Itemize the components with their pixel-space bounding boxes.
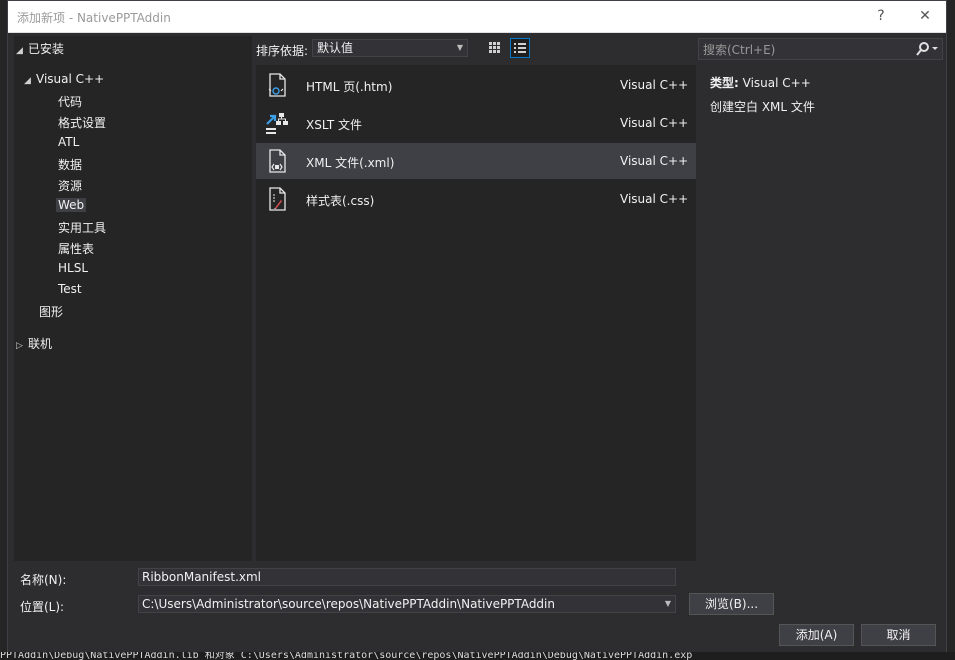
template-language: Visual C++ [620,154,689,168]
tree-node-utility[interactable]: 实用工具 [58,219,106,236]
tree-node-web[interactable]: Web [56,198,87,212]
tree-node-online[interactable]: ▷ 联机 [16,335,52,352]
location-label: 位置(L): [20,600,65,614]
tree-node-resource[interactable]: 资源 [58,177,82,194]
type-value: Visual C++ [742,76,811,90]
collapsed-arrow-icon: ▷ [16,341,23,351]
tree-node-test[interactable]: Test [58,282,82,296]
template-name: 样式表(.css) [306,194,375,208]
type-label: 类型: [710,76,739,90]
location-value: C:\Users\Administrator\source\repos\Nati… [142,597,555,611]
template-type: 类型: Visual C++ [710,74,811,91]
tree-node-label: Visual C++ [36,72,105,86]
template-name: XML 文件(.xml) [306,156,395,170]
template-language: Visual C++ [620,116,689,130]
sort-dropdown[interactable]: 默认值 ▼ [312,39,468,57]
name-value: RibbonManifest.xml [142,570,262,584]
help-button[interactable]: ? [868,6,894,26]
template-list: HTML 页(.htm) Visual C++ XSLT 文件 Visual C… [256,65,696,561]
tree-node-label: 联机 [28,337,53,351]
dropdown-caret-icon: ▼ [456,43,463,52]
ide-output-log: PPTAddin\Debug\NativePPTAddin.lib 和对象 C:… [0,652,955,660]
tree-node-installed[interactable]: ◢ 已安装 [16,40,64,57]
template-item-xslt[interactable]: XSLT 文件 Visual C++ [256,105,696,141]
browse-button[interactable]: 浏览(B)... [689,593,774,615]
template-item-xml[interactable]: XML 文件(.xml) Visual C++ [256,143,696,179]
name-label: 名称(N): [20,573,67,587]
tree-node-hlsl[interactable]: HLSL [58,261,88,275]
tree-node-visual-cpp[interactable]: ◢ Visual C++ [24,72,104,86]
ide-right-strip [947,0,955,660]
list-view-icon [514,43,526,53]
add-button[interactable]: 添加(A) [779,624,854,646]
tree-node-atl[interactable]: ATL [58,135,79,149]
name-field[interactable]: RibbonManifest.xml [138,568,676,586]
template-name: HTML 页(.htm) [306,80,393,94]
sort-value: 默认值 [317,41,354,55]
search-icon [916,42,938,56]
tree-node-code[interactable]: 代码 [58,93,82,110]
ide-left-strip [0,0,7,660]
tree-node-label: 已安装 [28,42,65,56]
expanded-arrow-icon: ◢ [24,76,31,86]
list-view-button[interactable] [510,38,530,58]
template-item-html[interactable]: HTML 页(.htm) Visual C++ [256,67,696,103]
sort-toolbar: 排序依据: 默认值 ▼ [256,37,696,61]
location-field[interactable]: C:\Users\Administrator\source\repos\Nati… [138,595,676,613]
item-form: 名称(N): RibbonManifest.xml 位置(L): C:\User… [8,562,946,652]
template-details-pane: 类型: Visual C++ 创建空白 XML 文件 [698,65,943,561]
tree-node-data[interactable]: 数据 [58,156,82,173]
cancel-button[interactable]: 取消 [861,624,936,646]
search-input[interactable] [699,39,915,61]
template-name: XSLT 文件 [306,118,363,132]
dialog-title: 添加新项 - NativePPTAddin [17,11,171,25]
sort-label: 排序依据: [256,44,309,58]
close-button[interactable]: ✕ [912,6,938,26]
add-new-item-dialog: 添加新项 - NativePPTAddin ? ✕ ◢ 已安装 ◢ Visual C… [7,0,947,652]
expanded-arrow-icon: ◢ [16,46,23,56]
tree-node-formatting[interactable]: 格式设置 [58,114,106,131]
tree-node-graphics[interactable]: 图形 [39,303,63,320]
dropdown-caret-icon: ▼ [664,599,671,608]
template-language: Visual C++ [620,192,689,206]
title-bar: 添加新项 - NativePPTAddin ? ✕ [8,1,946,33]
html-file-icon [268,73,286,97]
template-language: Visual C++ [620,78,689,92]
xslt-file-icon [266,113,288,134]
template-description: 创建空白 XML 文件 [710,100,815,114]
css-file-icon [269,187,286,211]
xml-file-icon [269,149,286,173]
search-box [698,38,943,61]
template-category-tree: ◢ 已安装 ◢ Visual C++ 代码 格式设置 ATL 数据 资源 Web 实… [14,36,252,561]
tree-node-property-sheet[interactable]: 属性表 [58,240,94,257]
grid-view-icon [489,42,500,53]
grid-view-button[interactable] [485,38,505,58]
template-item-css[interactable]: 样式表(.css) Visual C++ [256,181,696,217]
search-button[interactable] [914,41,940,57]
